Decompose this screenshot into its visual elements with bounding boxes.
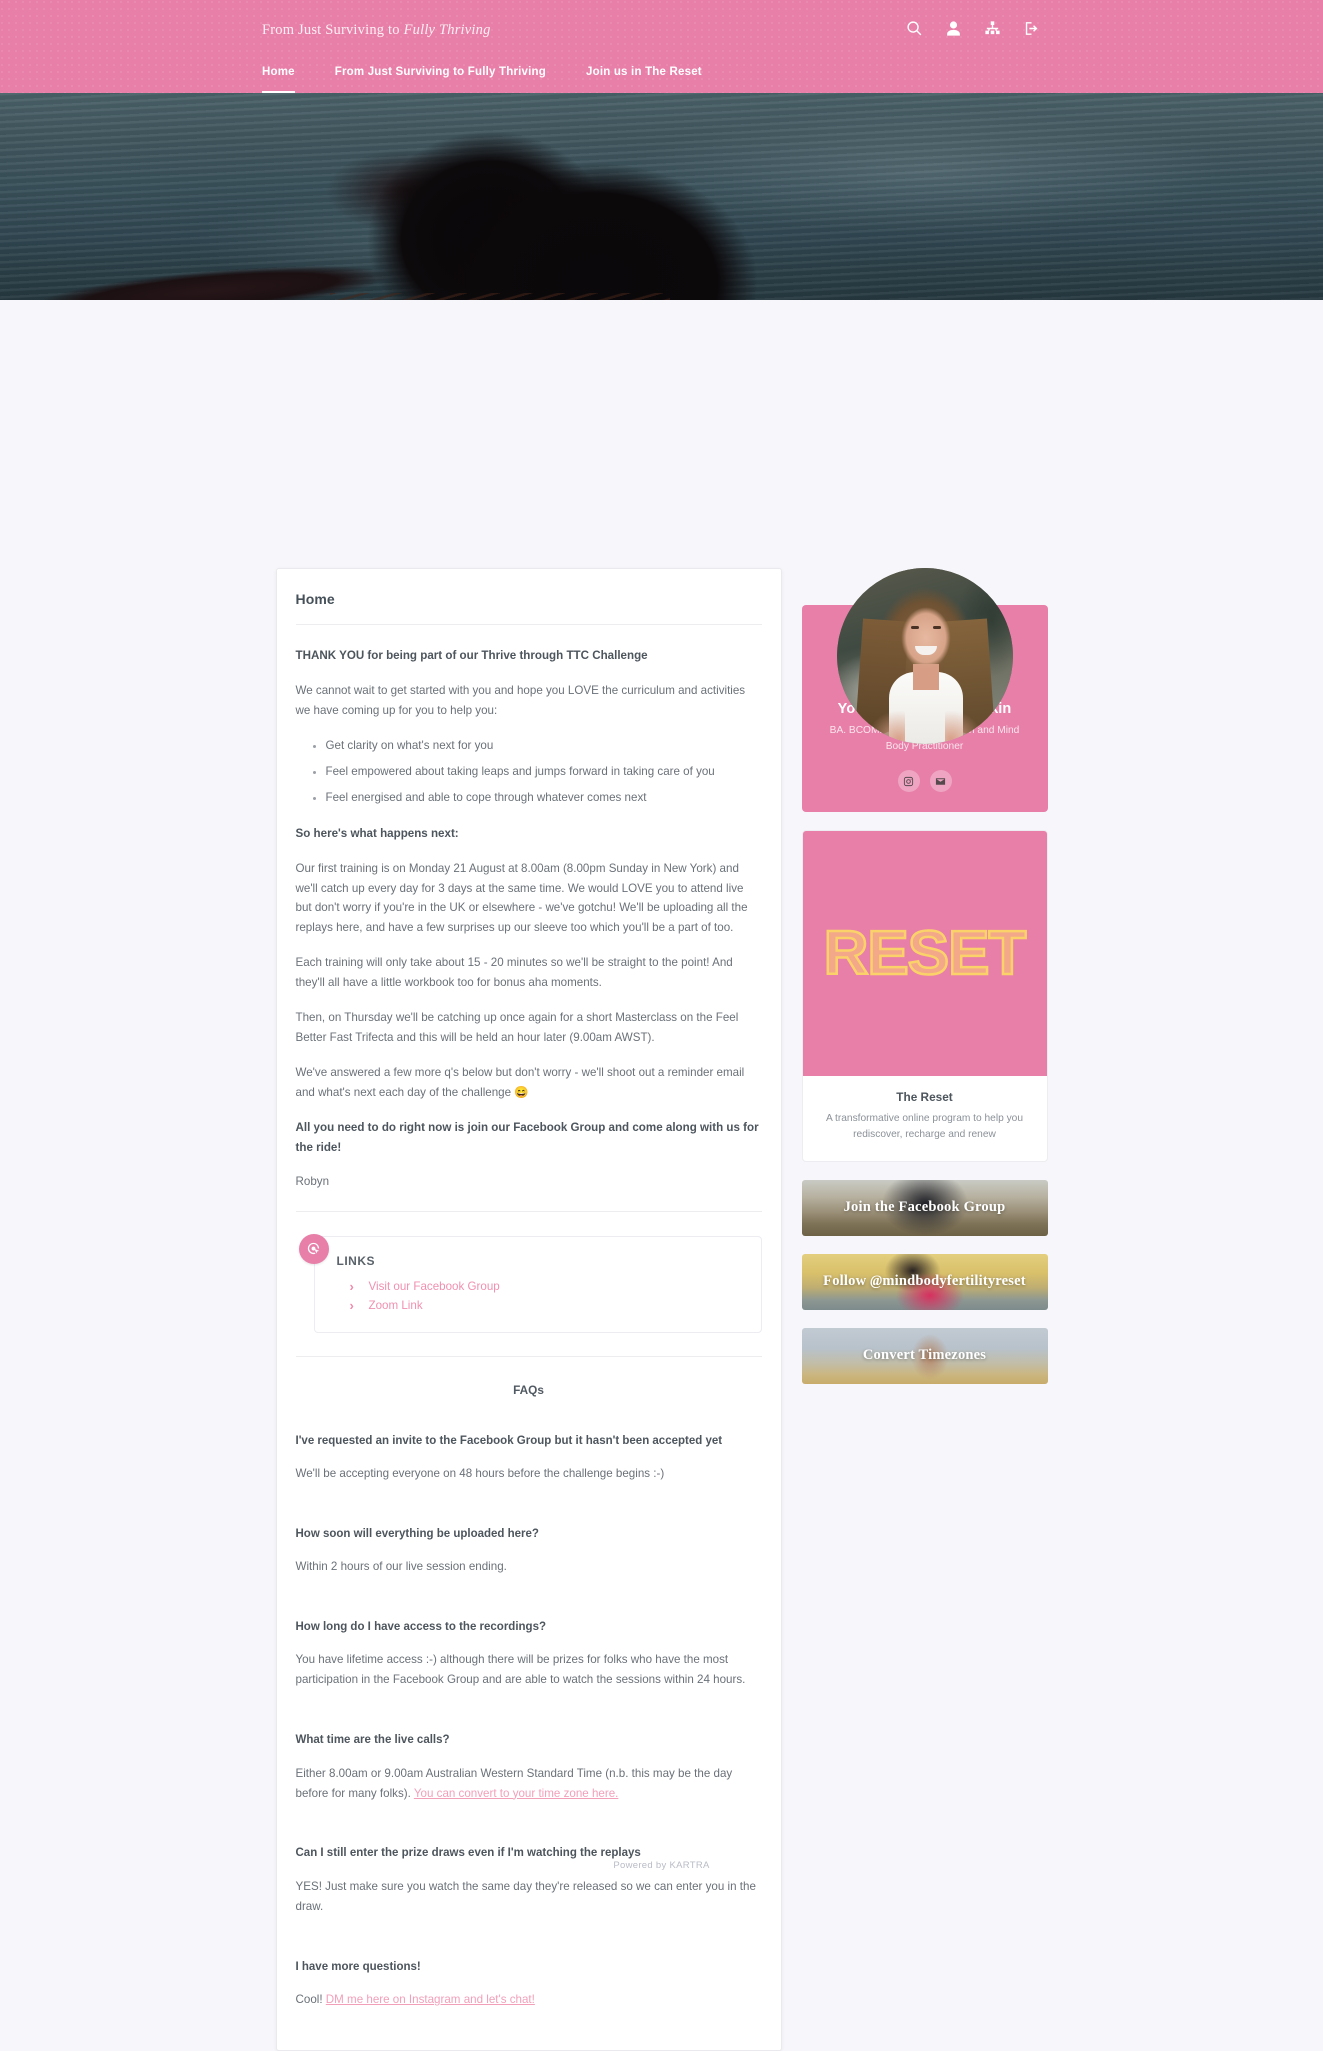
banner-label: Join the Facebook Group — [843, 1199, 1006, 1216]
reset-card-image: RESET — [802, 831, 1047, 1076]
sitemap-icon[interactable] — [984, 20, 1001, 37]
banner-label-at: @ — [870, 1273, 883, 1290]
page-root: Home THANK YOU for being part of our Thr… — [0, 300, 1323, 2051]
hero-image — [0, 93, 1323, 300]
powered-by-text: Powered by KARTRA — [613, 1860, 710, 1871]
body-paragraph-1: Our first training is on Monday 21 Augus… — [295, 861, 748, 935]
timezone-convert-link[interactable]: You can convert to your time zone here. — [414, 1787, 619, 1800]
brand-title: From Just Surviving to Fully Thriving — [262, 22, 491, 39]
brand-prefix: From Just Surviving to — [262, 22, 404, 38]
faq-item: I've requested an invite to the Facebook… — [296, 1433, 762, 1484]
social-links — [818, 770, 1032, 792]
hero-banner — [0, 93, 1323, 300]
faq-item: Can I still enter the prize draws even i… — [296, 1845, 762, 1916]
list-item: Feel energised and able to cope through … — [326, 788, 762, 808]
content-columns: Home THANK YOU for being part of our Thr… — [0, 568, 1323, 2051]
banner-label: Follow @mindbodyfertilityreset — [823, 1273, 1026, 1290]
signature: Robyn — [295, 1174, 330, 1188]
main-content-card: Home THANK YOU for being part of our Thr… — [275, 568, 782, 2051]
faq-answer-text: Cool! — [295, 1992, 326, 2006]
nav-item-from-just-surviving[interactable]: From Just Surviving to Fully Thriving — [335, 66, 546, 93]
faq-question: What time are the live calls? — [295, 1734, 450, 1747]
faq-answer: You have lifetime access :-) although th… — [295, 1653, 746, 1687]
faq-answer: Either 8.00am or 9.00am Australian Weste… — [296, 1764, 762, 1804]
avatar-eye-right — [932, 626, 941, 629]
faq-question: How long do I have access to the recordi… — [295, 1621, 547, 1634]
banner-join-facebook-group[interactable]: Join the Facebook Group — [801, 1179, 1048, 1236]
list-item: Get clarity on what's next for you — [326, 736, 762, 756]
nav-item-home[interactable]: Home — [262, 66, 295, 93]
hero-body-layer — [430, 153, 850, 300]
body-paragraph-4: We've answered a few more q's below but … — [295, 1066, 745, 1099]
chevron-right-icon: › — [349, 1278, 354, 1294]
faq-item: What time are the live calls? Either 8.0… — [296, 1732, 762, 1803]
intro-paragraph: We cannot wait to get started with you a… — [295, 683, 746, 717]
reset-card-description: A transformative online program to help … — [825, 1113, 1024, 1140]
faq-answer: We'll be accepting everyone on 48 hours … — [295, 1467, 665, 1481]
brand-italic: Fully Thriving — [403, 22, 491, 38]
instagram-icon[interactable] — [897, 770, 920, 792]
banner-label: Convert Timezones — [862, 1347, 987, 1364]
next-steps-heading: So here's what happens next: — [295, 826, 459, 840]
benefit-list: Get clarity on what's next for you Feel … — [296, 736, 762, 808]
link-item-zoom-link[interactable]: › Zoom Link — [350, 1296, 741, 1315]
page-title: Home — [295, 569, 762, 625]
avatar-eye-left — [910, 626, 919, 629]
instagram-dm-link[interactable]: DM me here on Instagram and let's chat! — [326, 1993, 535, 2006]
avatar — [836, 568, 1013, 744]
cta-line: All you need to do right now is join our… — [295, 1120, 759, 1154]
banner-convert-timezones[interactable]: Convert Timezones — [801, 1327, 1048, 1384]
logout-icon[interactable] — [1023, 20, 1040, 37]
avatar-shoulder-left — [844, 696, 905, 744]
faq-question: I have more questions! — [295, 1960, 421, 1973]
list-item: Feel empowered about taking leaps and ju… — [326, 762, 762, 782]
links-box: LINKS › Visit our Facebook Group › Zoom … — [313, 1235, 762, 1333]
faq-item: How soon will everything be uploaded her… — [296, 1526, 762, 1577]
avatar-face — [897, 604, 954, 672]
site-header: From Just Surviving to Fully Thriving Ho… — [0, 0, 1323, 93]
faq-question: How soon will everything be uploaded her… — [295, 1528, 539, 1540]
user-icon[interactable] — [945, 20, 962, 37]
click-target-icon[interactable] — [298, 1233, 329, 1264]
sidebar: Your Host - Robyn Birkin BA. BCOM. Certi… — [801, 568, 1048, 1384]
faq-answer: Cool! DM me here on Instagram and let's … — [296, 1990, 762, 2010]
search-icon[interactable] — [906, 20, 923, 37]
reset-card-body: The Reset A transformative online progra… — [803, 1076, 1047, 1161]
host-card: Your Host - Robyn Birkin BA. BCOM. Certi… — [801, 568, 1048, 812]
faq-item: How long do I have access to the recordi… — [296, 1619, 762, 1690]
faq-answer: Within 2 hours of our live session endin… — [295, 1560, 507, 1574]
banner-label-post: mindbodyfertilityreset — [882, 1273, 1026, 1290]
faq-question: I've requested an invite to the Facebook… — [295, 1434, 723, 1447]
banner-follow-instagram[interactable]: Follow @mindbodyfertilityreset — [801, 1253, 1048, 1310]
banner-label-pre: Follow — [823, 1273, 871, 1290]
main-content-body: THANK YOU for being part of our Thrive t… — [296, 625, 762, 1188]
link-label: Visit our Facebook Group — [368, 1279, 500, 1293]
reset-card-title: The Reset — [896, 1090, 953, 1104]
chevron-right-icon: › — [349, 1297, 354, 1313]
body-paragraph-3: Then, on Thursday we'll be catching up o… — [295, 1011, 739, 1045]
link-label: Zoom Link — [368, 1298, 423, 1312]
hero-hair-layer — [330, 293, 670, 300]
avatar-shoulder-right — [944, 696, 1005, 744]
main-navigation: Home From Just Surviving to Fully Thrivi… — [262, 66, 742, 93]
footer: Powered by KARTRA — [0, 1860, 1323, 1871]
links-section: LINKS › Visit our Facebook Group › Zoom … — [296, 1233, 762, 1333]
reset-program-card[interactable]: RESET The Reset A transformative online … — [801, 830, 1048, 1162]
reset-wordmark: RESET — [822, 918, 1027, 990]
faq-list: I've requested an invite to the Facebook… — [296, 1397, 762, 2010]
link-item-facebook-group[interactable]: › Visit our Facebook Group — [350, 1277, 741, 1296]
body-paragraph-2: Each training will only take about 15 - … — [295, 956, 733, 990]
faq-answer: YES! Just make sure you watch the same d… — [295, 1879, 756, 1913]
intro-heading: THANK YOU for being part of our Thrive t… — [295, 649, 648, 662]
faq-item: I have more questions! Cool! DM me here … — [296, 1959, 762, 2010]
faq-section-title: FAQs — [513, 1382, 544, 1397]
links-title: LINKS — [336, 1253, 375, 1268]
header-icon-group — [906, 20, 1040, 37]
email-icon[interactable] — [929, 770, 952, 792]
divider — [295, 1210, 762, 1212]
nav-item-join-the-reset[interactable]: Join us in The Reset — [586, 66, 702, 93]
